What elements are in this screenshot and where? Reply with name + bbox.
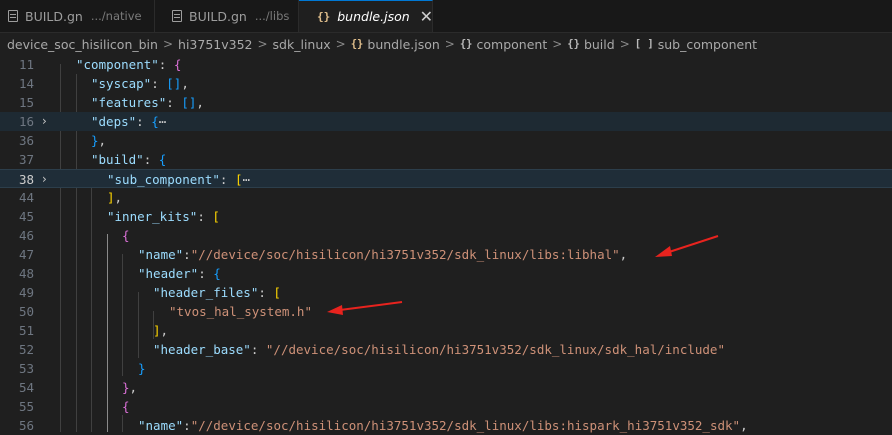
folded-ellipsis[interactable]: ⋯ [159,114,167,129]
object-icon: {} [459,38,473,50]
code-text: "tvos_hal_system.h" [169,304,312,319]
code-text: "header": { [138,266,221,281]
code-text: "header_base": "//device/soc/hisilicon/h… [153,342,725,357]
code-editor[interactable]: 11 "component": { 14 "syscap": [], 15 "f… [0,55,892,435]
code-line-folded: 16 › "deps": {⋯ [0,112,892,131]
breadcrumb: device_soc_hisilicon_bin > hi3751v352 > … [0,33,892,55]
code-line: 36 }, [0,131,892,150]
code-line: 54 }, [0,378,892,397]
code-line: 44 ], [0,188,892,207]
line-number: 16 [18,114,34,129]
chevron-right-icon: > [619,37,630,51]
tab-label: bundle.json [337,9,410,24]
code-text: ], [107,190,123,205]
breadcrumb-item[interactable]: hi3751v352 [178,37,252,52]
line-number: 55 [18,399,34,414]
line-number: 53 [18,361,34,376]
array-icon: [ ] [634,38,654,50]
code-text: "features": [], [91,95,204,110]
line-number: 46 [18,228,34,243]
line-number: 37 [18,152,34,167]
object-icon: {} [567,38,580,50]
code-line-current: 38 › "sub_component": [⋯ [0,169,892,188]
code-text: }, [91,133,107,148]
folded-ellipsis[interactable]: ⋯ [242,172,250,187]
line-number: 56 [18,418,34,433]
chevron-right-icon: > [162,37,174,51]
close-icon[interactable]: ✕ [420,8,433,25]
json-file-icon: {} [317,10,331,23]
breadcrumb-item[interactable]: bundle.json [367,37,439,52]
code-text: "deps": {⋯ [91,114,167,129]
file-lines-icon [172,10,182,22]
tab-build-gn-native[interactable]: BUILD.gn .../native [0,0,155,32]
code-line: 53 } [0,359,892,378]
code-text: ], [153,323,169,338]
line-number: 36 [18,133,34,148]
tab-build-gn-libs[interactable]: BUILD.gn .../libs [155,0,299,32]
code-line: 15 "features": [], [0,93,892,112]
breadcrumb-item[interactable]: sdk_linux [273,37,331,52]
annotation-arrow [655,235,719,257]
breadcrumb-item[interactable]: component [477,37,548,52]
code-line: 46 { [0,226,892,245]
line-number: 47 [18,247,34,262]
code-text: "build": { [91,152,167,167]
code-text: { [122,399,130,414]
line-number: 50 [18,304,34,319]
code-text: "header_files": [ [153,285,281,300]
tab-bundle-json[interactable]: {} bundle.json ✕ [299,0,433,32]
chevron-right-icon[interactable]: › [42,170,47,189]
code-text: }, [122,380,138,395]
breadcrumb-item[interactable]: sub_component [658,37,757,52]
code-text: "name":"//device/soc/hisilicon/hi3751v35… [138,247,628,262]
tab-label: BUILD.gn [25,8,83,24]
code-line: 47 "name":"//device/soc/hisilicon/hi3751… [0,245,892,264]
line-number: 11 [18,57,34,72]
json-file-icon: {} [350,38,364,50]
breadcrumb-item[interactable]: device_soc_hisilicon_bin [7,37,158,52]
tab-description: .../libs [254,9,290,23]
code-text: "sub_component": [⋯ [107,172,251,187]
line-number: 52 [18,342,34,357]
code-text: } [138,361,146,376]
code-line: 11 "component": { [0,55,892,74]
line-number: 48 [18,266,34,281]
chevron-right-icon: > [552,37,563,51]
code-line: 45 "inner_kits": [ [0,207,892,226]
chevron-right-icon: > [335,37,346,51]
chevron-right-icon: > [257,37,268,51]
tab-label: BUILD.gn [189,8,247,24]
chevron-right-icon[interactable]: › [42,112,47,131]
code-line: 56 "name":"//device/soc/hisilicon/hi3751… [0,416,892,435]
line-number: 44 [18,190,34,205]
code-line: 51 ], [0,321,892,340]
line-number: 54 [18,380,34,395]
annotation-arrow [327,301,403,315]
line-number: 51 [18,323,34,338]
breadcrumb-item[interactable]: build [584,37,615,52]
line-number: 14 [18,76,34,91]
file-lines-icon [8,10,18,22]
code-line: 55 { [0,397,892,416]
code-line: 37 "build": { [0,150,892,169]
code-text: "name":"//device/soc/hisilicon/hi3751v35… [138,418,748,433]
code-line: 52 "header_base": "//device/soc/hisilico… [0,340,892,359]
code-text: "component": { [76,57,182,72]
line-number: 45 [18,209,34,224]
code-text: { [122,228,130,243]
line-number: 15 [18,95,34,110]
code-line: 50 "tvos_hal_system.h" [0,302,892,321]
line-number: 49 [18,285,34,300]
code-line: 48 "header": { [0,264,892,283]
tab-description: .../native [90,9,142,23]
code-line: 49 "header_files": [ [0,283,892,302]
code-text: "syscap": [], [91,76,189,91]
line-number: 38 [18,172,34,187]
code-text: "inner_kits": [ [107,209,220,224]
editor-tab-bar: BUILD.gn .../native BUILD.gn .../libs {}… [0,0,892,33]
code-line: 14 "syscap": [], [0,74,892,93]
chevron-right-icon: > [444,37,455,51]
